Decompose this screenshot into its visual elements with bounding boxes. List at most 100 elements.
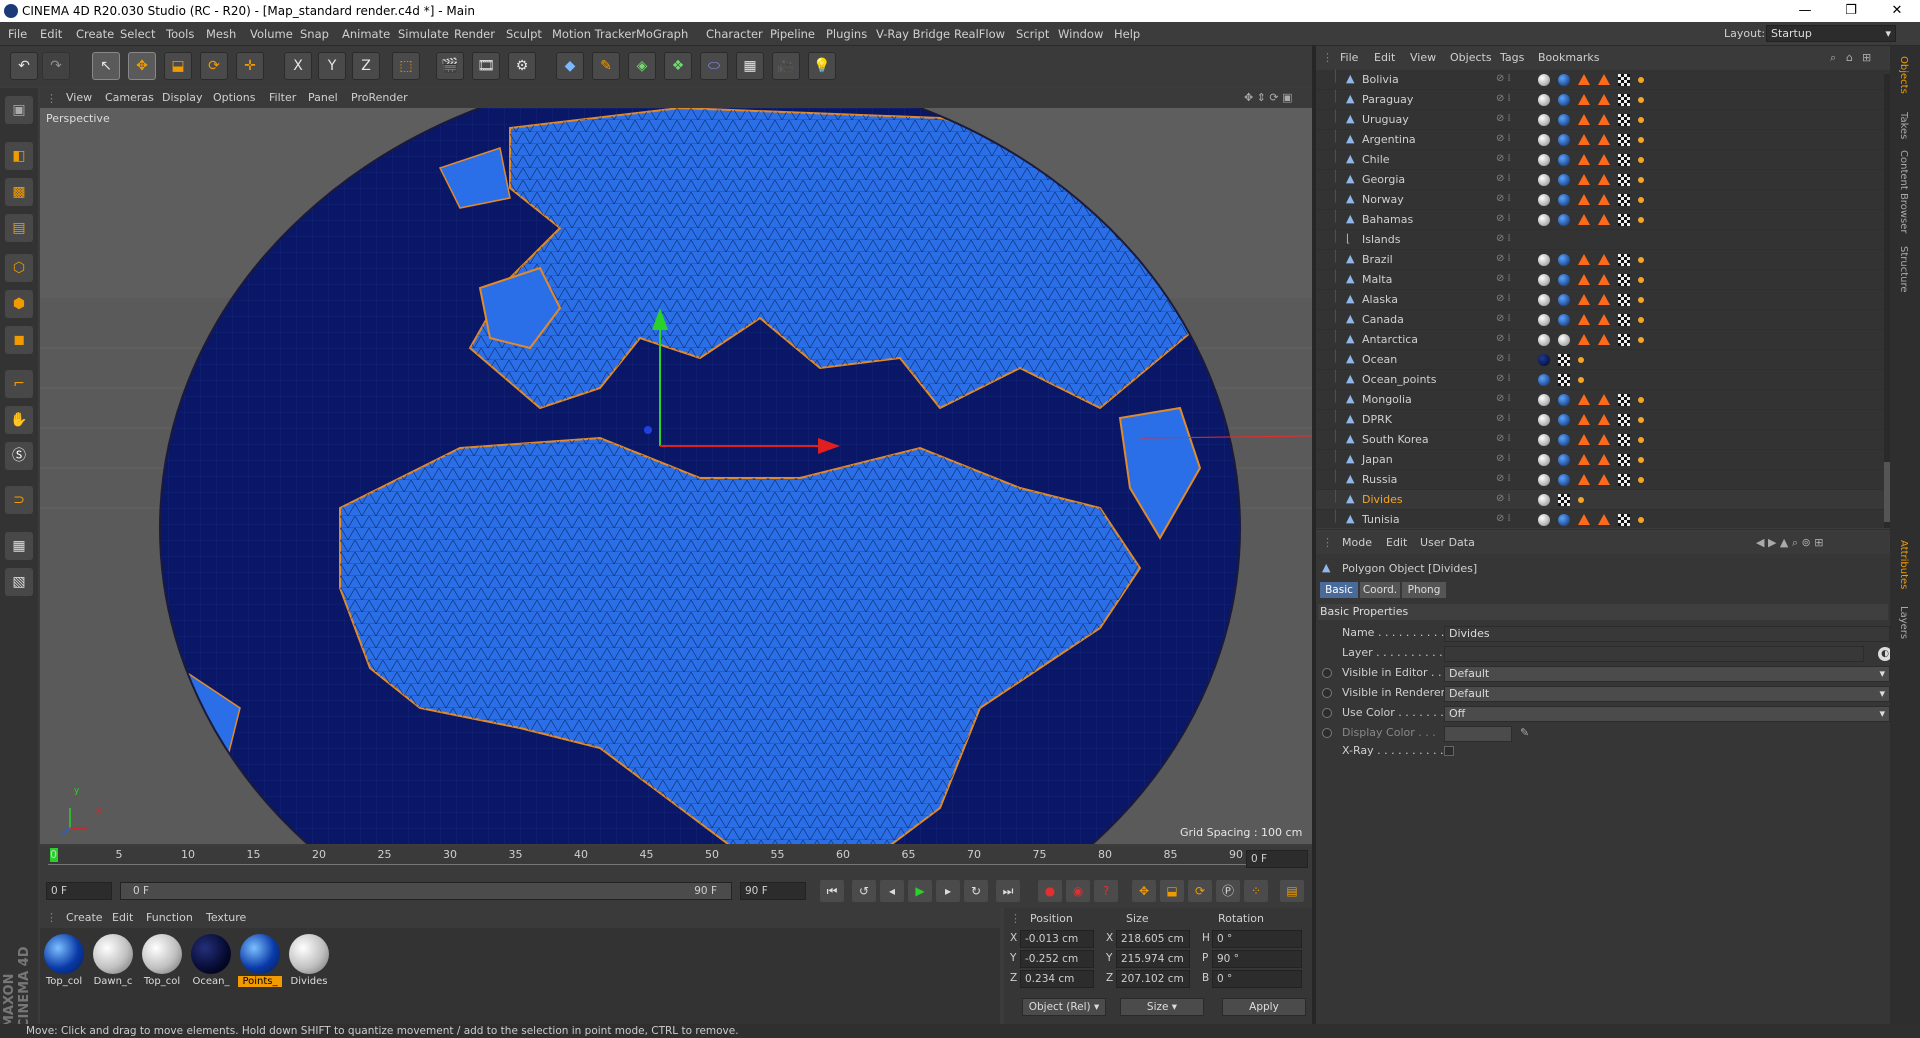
material-swatch[interactable]: Ocean_ <box>189 932 233 992</box>
object-name[interactable]: Uruguay <box>1362 113 1409 126</box>
visibility-toggle-icon[interactable]: ⊘ ⁞ <box>1496 413 1511 424</box>
material-swatch[interactable]: Top_col <box>140 932 184 992</box>
object-name[interactable]: Antarctica <box>1362 333 1418 346</box>
object-menu-view[interactable]: View <box>1410 51 1436 64</box>
phong-tag-icon[interactable] <box>1578 314 1590 325</box>
material-tag-icon[interactable] <box>1538 454 1550 466</box>
live-selection-button[interactable]: ↖ <box>92 52 120 80</box>
menu-help[interactable]: Help <box>1114 27 1140 41</box>
texture-tag-icon[interactable] <box>1618 254 1630 266</box>
material-tag-icon[interactable] <box>1538 394 1550 406</box>
floor-button[interactable]: ▦ <box>736 52 764 80</box>
scale-tool-button[interactable]: ⬓ <box>164 52 192 80</box>
phong-tag-icon[interactable] <box>1578 454 1590 465</box>
material-tag-icon[interactable] <box>1538 274 1550 286</box>
phong-tag-icon[interactable] <box>1598 94 1610 105</box>
texture-tag-icon[interactable] <box>1618 474 1630 486</box>
texture-tag-icon[interactable] <box>1618 134 1630 146</box>
selection-tag-icon[interactable] <box>1638 297 1644 303</box>
position-field[interactable]: -0.013 cm <box>1020 930 1094 948</box>
phong-tag-icon[interactable] <box>1578 394 1590 405</box>
texture-tag-icon[interactable] <box>1618 394 1630 406</box>
side-tab-content-browser[interactable]: Content Browser <box>1898 150 1909 233</box>
phong-tag-icon[interactable] <box>1578 94 1590 105</box>
visibility-toggle-icon[interactable]: ⊘ ⁞ <box>1496 233 1511 244</box>
phong-tag-icon[interactable] <box>1598 514 1610 525</box>
selection-tag-icon[interactable] <box>1638 197 1644 203</box>
axis-mode-icon[interactable]: ⌐ <box>5 370 33 398</box>
phong-tag-icon[interactable] <box>1578 154 1590 165</box>
object-row[interactable]: │ ▲ DPRK ⊘ ⁞ <box>1316 410 1890 430</box>
viewport-menu-options[interactable]: Options <box>213 91 255 104</box>
viewport-nav-icons[interactable]: ✥ ⇕ ⟳ ▣ <box>1244 91 1293 104</box>
viewport-menu-panel[interactable]: Panel <box>308 91 338 104</box>
phong-tag-icon[interactable] <box>1598 194 1610 205</box>
material-tag-icon[interactable] <box>1538 474 1550 486</box>
visibility-toggle-icon[interactable]: ⊘ ⁞ <box>1496 173 1511 184</box>
key-pla-button[interactable]: ⁘ <box>1244 880 1268 902</box>
object-name[interactable]: Bolivia <box>1362 73 1399 86</box>
selection-tag-icon[interactable] <box>1638 97 1644 103</box>
material-tag-icon[interactable] <box>1538 174 1550 186</box>
selection-tag-icon[interactable] <box>1638 417 1644 423</box>
phong-tag-icon[interactable] <box>1578 214 1590 225</box>
object-row[interactable]: │ ▲ Malta ⊘ ⁞ <box>1316 270 1890 290</box>
object-row[interactable]: │ ▲ Antarctica ⊘ ⁞ <box>1316 330 1890 350</box>
material-tag-icon[interactable] <box>1558 394 1570 406</box>
object-name[interactable]: Russia <box>1362 473 1397 486</box>
attribute-menu-edit[interactable]: Edit <box>1386 536 1407 549</box>
menu-tools[interactable]: Tools <box>166 27 194 41</box>
polygons-mode-icon[interactable]: ◼ <box>5 326 33 354</box>
object-name[interactable]: Ocean_points <box>1362 373 1436 386</box>
attribute-nav-icons[interactable]: ◀ ▶ ▲ ⌕ ⊚ ⊞ <box>1756 536 1823 550</box>
xray-checkbox[interactable] <box>1444 746 1454 756</box>
visibility-toggle-icon[interactable]: ⊘ ⁞ <box>1496 333 1511 344</box>
menu-render[interactable]: Render <box>454 27 495 41</box>
color-picker-icon[interactable]: ✎ <box>1520 726 1529 739</box>
visibility-toggle-icon[interactable]: ⊘ ⁞ <box>1496 473 1511 484</box>
material-tag-icon[interactable] <box>1538 194 1550 206</box>
phong-tag-icon[interactable] <box>1598 114 1610 125</box>
range-slider[interactable]: 0 F 90 F <box>120 882 732 900</box>
object-name[interactable]: Norway <box>1362 193 1404 206</box>
viewport-menu-filter[interactable]: Filter <box>269 91 296 104</box>
position-field[interactable]: 0.234 cm <box>1020 970 1094 988</box>
object-row[interactable]: │ ▲ Alaska ⊘ ⁞ <box>1316 290 1890 310</box>
menu-snap[interactable]: Snap <box>300 27 329 41</box>
rotation-field[interactable]: 0 ° <box>1212 930 1302 948</box>
current-frame-field[interactable]: 0 F <box>1246 850 1308 868</box>
side-tab-structure[interactable]: Structure <box>1898 246 1909 293</box>
object-name[interactable]: Tunisia <box>1362 513 1400 526</box>
object-menu-edit[interactable]: Edit <box>1374 51 1395 64</box>
texture-tag-icon[interactable] <box>1558 374 1570 386</box>
object-row[interactable]: │ ▲ Ocean ⊘ ⁞ <box>1316 350 1890 370</box>
texture-tag-icon[interactable] <box>1558 494 1570 506</box>
next-frame-button[interactable]: ▸ <box>936 880 960 902</box>
material-swatch[interactable]: Top_col <box>42 932 86 992</box>
animate-radio[interactable] <box>1322 708 1332 718</box>
object-row[interactable]: │ ▲ Divides ⊘ ⁞ <box>1316 490 1890 510</box>
texture-tag-icon[interactable] <box>1618 274 1630 286</box>
phong-tag-icon[interactable] <box>1598 314 1610 325</box>
autokey-button[interactable]: ◉ <box>1066 880 1090 902</box>
side-tab-layers[interactable]: Layers <box>1898 606 1909 639</box>
texture-tag-icon[interactable] <box>1618 74 1630 86</box>
viewport-menu-display[interactable]: Display <box>162 91 203 104</box>
material-tag-icon[interactable] <box>1558 214 1570 226</box>
side-tab-takes[interactable]: Takes <box>1898 112 1909 139</box>
phong-tag-icon[interactable] <box>1578 334 1590 345</box>
menu-file[interactable]: File <box>8 27 27 41</box>
texture-mode-icon[interactable]: ▩ <box>5 178 33 206</box>
object-name[interactable]: Georgia <box>1362 173 1405 186</box>
selection-tag-icon[interactable] <box>1638 217 1644 223</box>
prev-frame-button[interactable]: ◂ <box>880 880 904 902</box>
minimize-button[interactable]: — <box>1782 0 1828 22</box>
object-menu-file[interactable]: File <box>1340 51 1358 64</box>
material-tag-icon[interactable] <box>1558 514 1570 526</box>
object-menu-objects[interactable]: Objects <box>1450 51 1492 64</box>
layout-dropdown[interactable]: Startup ▾ <box>1766 25 1896 42</box>
visibility-toggle-icon[interactable]: ⊘ ⁞ <box>1496 133 1511 144</box>
object-name[interactable]: Chile <box>1362 153 1390 166</box>
new-panel-icon[interactable]: ⊞ <box>1862 51 1871 64</box>
animate-radio[interactable] <box>1322 688 1332 698</box>
